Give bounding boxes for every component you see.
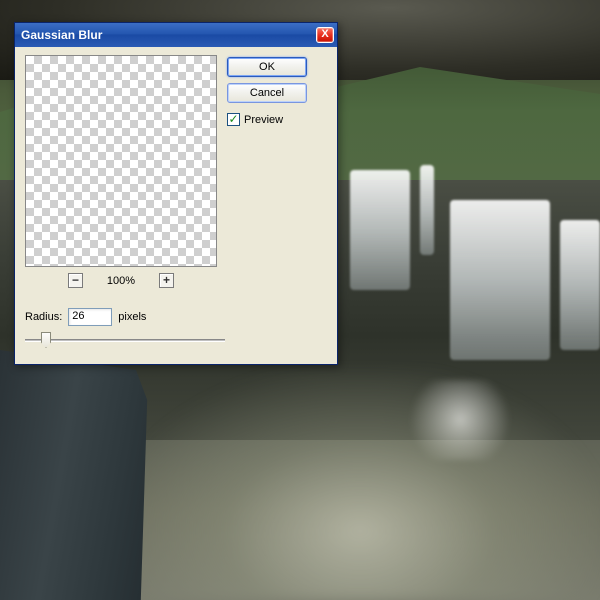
slider-thumb[interactable] <box>41 332 51 348</box>
plus-icon: + <box>163 273 170 287</box>
dialog-body: − 100% + OK Cancel ✓ Preview <box>15 47 337 364</box>
bg-waterfall <box>350 170 410 290</box>
dialog-title: Gaussian Blur <box>21 28 102 42</box>
radius-input[interactable]: 26 <box>68 308 112 326</box>
bg-mist <box>120 370 600 600</box>
check-icon: ✓ <box>228 114 238 125</box>
zoom-value: 100% <box>101 275 141 287</box>
cancel-button[interactable]: Cancel <box>227 83 307 103</box>
close-icon: X <box>321 28 328 40</box>
zoom-in-button[interactable]: + <box>159 273 174 288</box>
preview-checkbox-label: Preview <box>244 114 283 126</box>
zoom-out-button[interactable]: − <box>68 273 83 288</box>
ok-button[interactable]: OK <box>227 57 307 77</box>
slider-track <box>25 339 225 342</box>
minus-icon: − <box>72 273 79 287</box>
transparency-checker <box>26 56 216 266</box>
preview-checkbox[interactable]: ✓ <box>227 113 240 126</box>
bg-cliff <box>0 350 160 600</box>
close-button[interactable]: X <box>316 27 334 43</box>
bg-waterfall <box>450 200 550 360</box>
bg-waterfall <box>420 165 434 255</box>
radius-slider[interactable] <box>25 330 225 350</box>
radius-label: Radius: <box>25 311 62 323</box>
dialog-titlebar[interactable]: Gaussian Blur X <box>15 23 337 47</box>
preview-area[interactable] <box>25 55 217 267</box>
radius-unit: pixels <box>118 311 146 323</box>
gaussian-blur-dialog: Gaussian Blur X − 100% + <box>14 22 338 365</box>
bg-waterfall <box>560 220 600 350</box>
